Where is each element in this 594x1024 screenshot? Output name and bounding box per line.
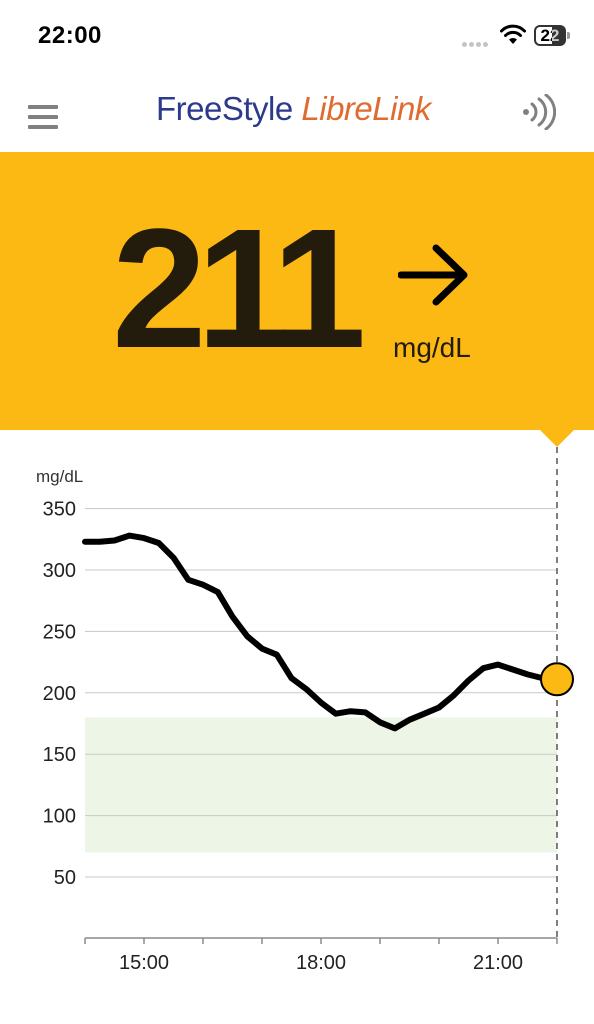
y-tick-label: 200 — [43, 683, 76, 705]
y-tick-label: 50 — [54, 867, 76, 889]
app-header: FreeStyle LibreLink — [0, 72, 594, 152]
glucose-reading-panel: 211 mg/dL — [0, 152, 594, 430]
y-tick-label: 350 — [43, 499, 76, 521]
y-tick-label: 300 — [43, 560, 76, 582]
glucose-unit: mg/dL — [393, 332, 471, 363]
y-tick-label: 250 — [43, 621, 76, 643]
current-reading-point — [540, 662, 574, 697]
x-tick-label: 18:00 — [296, 952, 346, 974]
hamburger-menu-icon[interactable] — [28, 105, 60, 131]
trend-arrow-right-icon — [398, 244, 468, 306]
x-tick-label: 21:00 — [473, 952, 523, 974]
brand-secondary: LibreLink — [301, 90, 431, 127]
battery-level: 22 — [540, 26, 560, 45]
glucose-value: 211 — [112, 194, 366, 384]
status-bar: 22:00 22 — [0, 0, 594, 72]
brand-primary: FreeStyle — [156, 90, 293, 127]
y-tick-label: 100 — [43, 806, 76, 828]
status-time: 22:00 — [38, 22, 102, 49]
wifi-icon — [500, 24, 526, 44]
glucose-chart-svg: 50 100 150 200 250 300 350 15:00 18:00 21:00 — [43, 447, 574, 974]
y-tick-label: 150 — [43, 744, 76, 766]
glucose-trend-line — [82, 532, 560, 732]
signal-dots-icon — [462, 34, 490, 52]
target-range-band — [85, 717, 557, 853]
brand-logo: FreeStyle LibreLink — [156, 90, 431, 128]
x-tick-label: 15:00 — [119, 952, 169, 974]
status-icons: 22 — [462, 24, 577, 50]
nfc-scan-icon[interactable] — [520, 94, 556, 130]
glucose-graph: mg/dL 50 100 150 200 250 300 350 15:00 18:00 21:0… — [0, 430, 594, 1024]
battery-icon: 22 — [534, 25, 570, 46]
